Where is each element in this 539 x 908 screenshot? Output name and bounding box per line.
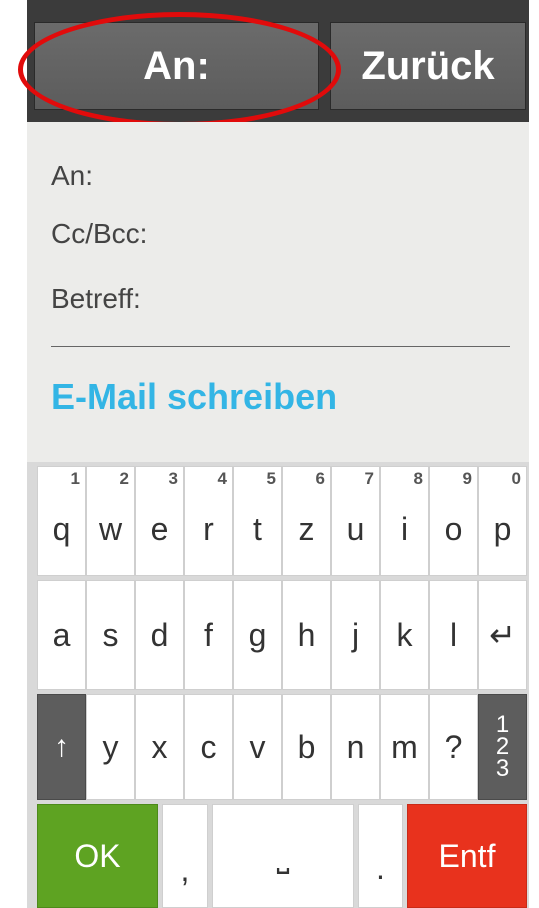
shift-icon: ↑: [54, 730, 69, 763]
key-letter: x: [151, 728, 168, 765]
subject-field[interactable]: Betreff:: [51, 283, 141, 315]
key-j[interactable]: j: [331, 580, 380, 690]
key-p[interactable]: 0p: [478, 466, 527, 576]
key-letter: m: [391, 728, 418, 765]
key-letter: p: [493, 510, 512, 547]
divider: [51, 346, 510, 347]
back-button[interactable]: Zurück: [330, 22, 526, 110]
key-letter: l: [449, 616, 458, 653]
key-letter: q: [52, 510, 71, 547]
to-field[interactable]: An:: [51, 160, 93, 192]
key-letter: n: [346, 728, 365, 765]
number-mode-digit: 3: [495, 755, 510, 782]
key-number: 2: [119, 469, 129, 488]
to-button[interactable]: An:: [34, 22, 319, 110]
key-letter: a: [52, 616, 71, 653]
delete-label: Entf: [438, 837, 496, 874]
key-e[interactable]: 3e: [135, 466, 184, 576]
key-number: 1: [70, 469, 80, 488]
key-letter: d: [150, 616, 169, 653]
key-period[interactable]: .: [358, 804, 403, 908]
enter-key[interactable]: ↵: [478, 580, 527, 690]
key-x[interactable]: x: [135, 694, 184, 800]
key-letter: z: [298, 510, 315, 547]
key-letter: j: [351, 616, 360, 653]
key-t[interactable]: 5t: [233, 466, 282, 576]
key-letter: h: [297, 616, 316, 653]
key-letter: b: [297, 728, 316, 765]
key-number: 0: [511, 469, 521, 488]
key-letter: u: [346, 510, 365, 547]
key-s[interactable]: s: [86, 580, 135, 690]
key-b[interactable]: b: [282, 694, 331, 800]
key-u[interactable]: 7u: [331, 466, 380, 576]
key-number: 3: [168, 469, 178, 488]
key-letter: g: [248, 616, 267, 653]
ok-button[interactable]: OK: [37, 804, 158, 908]
key-h[interactable]: h: [282, 580, 331, 690]
key-number: 6: [315, 469, 325, 488]
key-w[interactable]: 2w: [86, 466, 135, 576]
key-g[interactable]: g: [233, 580, 282, 690]
number-mode-key[interactable]: 1 2 3: [478, 694, 527, 800]
compose-body-field[interactable]: E-Mail schreiben: [51, 376, 337, 418]
key-i[interactable]: 8i: [380, 466, 429, 576]
key-f[interactable]: f: [184, 580, 233, 690]
key-letter: o: [444, 510, 463, 547]
key-number: 5: [266, 469, 276, 488]
key-letter: v: [249, 728, 266, 765]
key-number: 9: [462, 469, 472, 488]
key-letter: .: [376, 849, 385, 886]
key-letter: ?: [444, 728, 463, 765]
cc-bcc-field[interactable]: Cc/Bcc:: [51, 218, 147, 250]
key-v[interactable]: v: [233, 694, 282, 800]
space-key[interactable]: ⎵: [212, 804, 354, 908]
enter-icon: ↵: [489, 617, 516, 653]
key-number: 4: [217, 469, 227, 488]
key-c[interactable]: c: [184, 694, 233, 800]
key-letter: k: [396, 616, 413, 653]
key-r[interactable]: 4r: [184, 466, 233, 576]
key-y[interactable]: y: [86, 694, 135, 800]
keyboard: 1q 2w 3e 4r 5t 6z 7u 8i 9o 0p a s d f g …: [27, 462, 529, 908]
key-letter: f: [204, 616, 213, 653]
delete-button[interactable]: Entf: [407, 804, 527, 908]
key-l[interactable]: l: [429, 580, 478, 690]
ok-label: OK: [74, 837, 121, 874]
shift-key[interactable]: ↑: [37, 694, 86, 800]
key-m[interactable]: m: [380, 694, 429, 800]
key-letter: t: [253, 510, 262, 547]
key-d[interactable]: d: [135, 580, 184, 690]
key-letter: c: [200, 728, 217, 765]
key-letter: s: [102, 616, 119, 653]
key-a[interactable]: a: [37, 580, 86, 690]
key-number: 7: [364, 469, 374, 488]
key-z[interactable]: 6z: [282, 466, 331, 576]
key-k[interactable]: k: [380, 580, 429, 690]
space-icon: ⎵: [276, 837, 290, 873]
key-letter: i: [400, 510, 409, 547]
key-q[interactable]: 1q: [37, 466, 86, 576]
key-comma[interactable]: ,: [162, 804, 208, 908]
key-letter: y: [102, 728, 119, 765]
key-question[interactable]: ?: [429, 694, 478, 800]
key-letter: e: [150, 510, 169, 547]
key-o[interactable]: 9o: [429, 466, 478, 576]
key-letter: w: [98, 510, 123, 547]
key-n[interactable]: n: [331, 694, 380, 800]
key-letter: ,: [180, 851, 190, 888]
key-letter: r: [203, 510, 214, 547]
key-number: 8: [413, 469, 423, 488]
